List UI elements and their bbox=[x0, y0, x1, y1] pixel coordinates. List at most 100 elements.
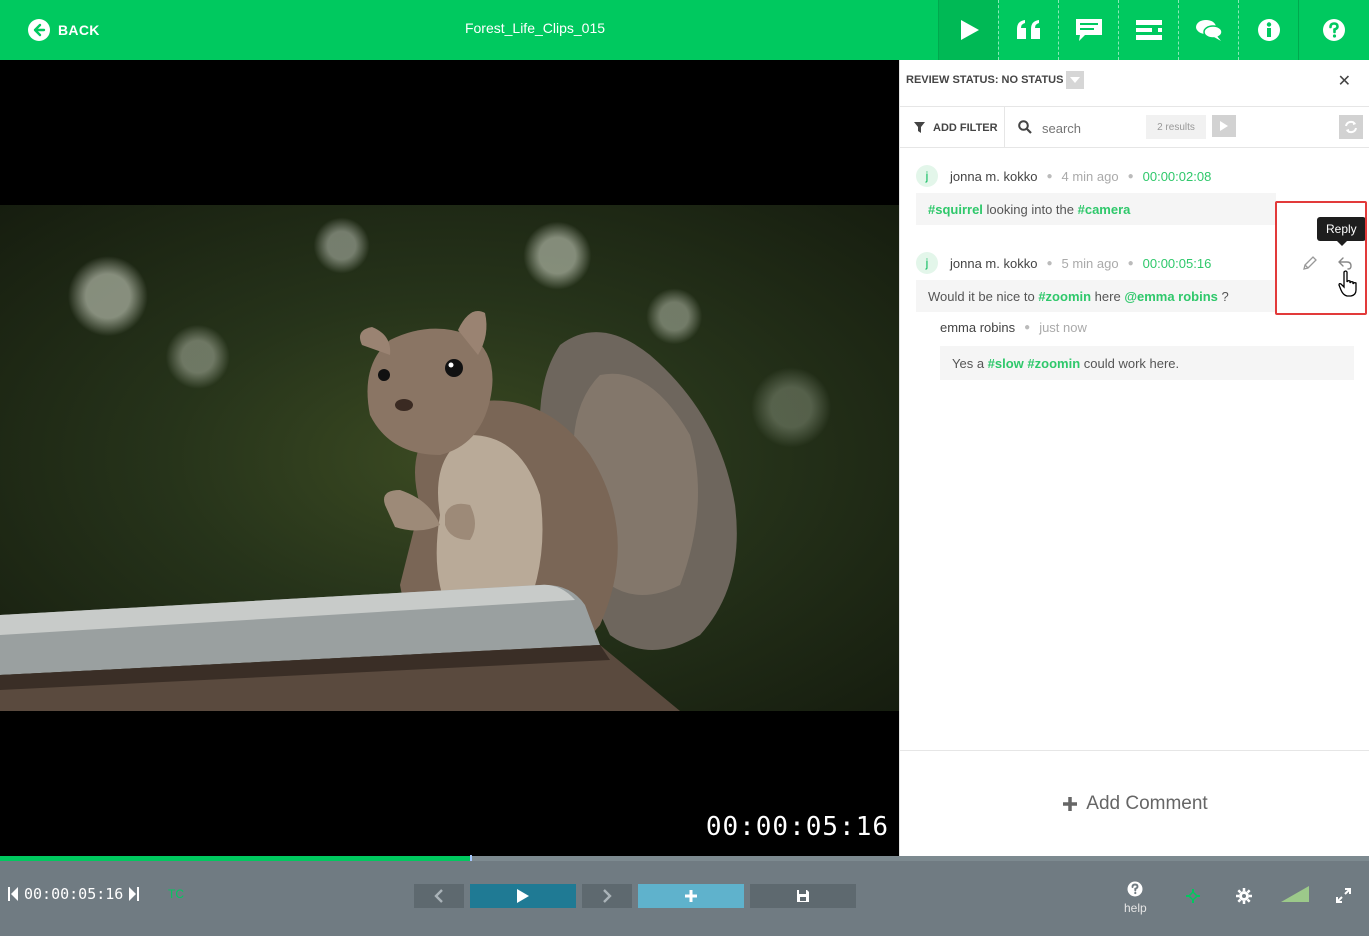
save-button[interactable] bbox=[750, 884, 856, 908]
back-label: BACK bbox=[58, 22, 100, 38]
timecode-display: 00:00:05:16 bbox=[8, 885, 140, 903]
skip-start-icon[interactable] bbox=[8, 887, 18, 901]
reply-body: Yes a #slow #zoomin could work here. bbox=[940, 346, 1354, 380]
reply-tooltip: Reply bbox=[1317, 217, 1366, 246]
help-button[interactable] bbox=[1298, 0, 1368, 60]
hashtag-link[interactable]: #zoomin bbox=[1038, 289, 1091, 304]
refresh-button[interactable] bbox=[1339, 115, 1363, 139]
play-button[interactable] bbox=[470, 884, 576, 908]
comment-timecode-link[interactable]: 00:00:05:16 bbox=[1143, 256, 1212, 271]
add-filter-button[interactable]: ADD FILTER bbox=[900, 107, 1005, 148]
list-view-button[interactable] bbox=[1118, 0, 1178, 60]
review-status-dropdown[interactable] bbox=[1066, 71, 1084, 89]
play-mode-button[interactable] bbox=[938, 0, 998, 60]
reply-header: emma robins ● just now bbox=[940, 320, 1087, 335]
comment-text: ? bbox=[1217, 288, 1229, 304]
top-toolbar bbox=[938, 0, 1368, 60]
previous-frame-button[interactable] bbox=[414, 884, 464, 908]
squirrel-image bbox=[0, 311, 737, 711]
comments-panel: REVIEW STATUS: NO STATUS ✕ ADD FILTER 2 … bbox=[899, 60, 1369, 856]
reply-text: Yes a bbox=[952, 355, 988, 371]
pencil-icon bbox=[1303, 256, 1317, 270]
results-count: 2 results bbox=[1146, 115, 1206, 139]
separator-dot: ● bbox=[1127, 170, 1134, 182]
add-comment-label: Add Comment bbox=[1086, 792, 1208, 814]
fullscreen-icon[interactable] bbox=[1336, 888, 1351, 908]
edit-comment-button[interactable] bbox=[1300, 253, 1320, 273]
volume-icon[interactable] bbox=[1281, 886, 1309, 907]
refresh-icon bbox=[1345, 120, 1357, 134]
player-controls: 00:00:05:16 TC help bbox=[0, 861, 1369, 936]
hashtag-link[interactable]: #zoomin bbox=[1027, 356, 1080, 371]
question-icon bbox=[1127, 881, 1143, 897]
comment-icon bbox=[1075, 19, 1102, 41]
play-icon bbox=[1220, 121, 1228, 131]
search-input[interactable] bbox=[1042, 116, 1142, 140]
search-icon bbox=[1018, 120, 1032, 139]
play-icon bbox=[960, 20, 979, 40]
play-icon bbox=[517, 889, 529, 903]
separator-dot: ● bbox=[1046, 170, 1053, 182]
reply-text: could work here. bbox=[1080, 355, 1180, 371]
comments-button[interactable] bbox=[1058, 0, 1118, 60]
video-frame bbox=[0, 205, 899, 711]
question-icon bbox=[1322, 19, 1345, 41]
comment-author: jonna m. kokko bbox=[950, 168, 1038, 184]
separator-dot: ● bbox=[1127, 257, 1134, 269]
quotes-button[interactable] bbox=[998, 0, 1058, 60]
info-icon bbox=[1257, 19, 1280, 41]
search-next-button[interactable] bbox=[1212, 115, 1236, 137]
plus-icon bbox=[1063, 796, 1078, 811]
add-filter-label: ADD FILTER bbox=[933, 121, 998, 134]
reply-time-ago: just now bbox=[1039, 320, 1087, 335]
comment-header: j jonna m. kokko ● 4 min ago ● 00:00:02:… bbox=[916, 165, 1211, 187]
comment-time-ago: 4 min ago bbox=[1061, 168, 1119, 184]
review-status-label: REVIEW STATUS: NO STATUS bbox=[906, 74, 1064, 86]
next-frame-button[interactable] bbox=[582, 884, 632, 908]
hand-cursor-icon bbox=[1338, 270, 1357, 297]
comment-timecode-link[interactable]: 00:00:02:08 bbox=[1143, 169, 1212, 184]
crosshair-icon[interactable] bbox=[1185, 888, 1201, 909]
video-player[interactable]: 00:00:05:16 bbox=[0, 60, 899, 856]
mention-link[interactable]: @emma robins bbox=[1124, 289, 1218, 304]
comment-text: Would it be nice to bbox=[928, 288, 1039, 304]
comment-author: jonna m. kokko bbox=[950, 255, 1038, 271]
add-marker-button[interactable] bbox=[638, 884, 744, 908]
hashtag-link[interactable]: #squirrel bbox=[928, 202, 983, 217]
add-comment-button[interactable]: Add Comment bbox=[900, 750, 1369, 856]
separator-dot: ● bbox=[1046, 257, 1053, 269]
comment-text: looking into the bbox=[982, 201, 1078, 217]
reply-icon bbox=[1338, 257, 1352, 270]
chevron-right-icon bbox=[603, 889, 612, 903]
help-button[interactable]: help bbox=[1124, 881, 1147, 915]
video-timecode: 00:00:05:16 bbox=[705, 812, 889, 842]
plus-icon bbox=[685, 890, 697, 902]
quote-icon bbox=[1016, 20, 1040, 39]
avatar: j bbox=[916, 165, 938, 187]
avatar: j bbox=[916, 252, 938, 274]
review-status-row: REVIEW STATUS: NO STATUS ✕ bbox=[900, 60, 1369, 107]
current-timecode: 00:00:05:16 bbox=[24, 885, 124, 903]
filter-row: ADD FILTER 2 results bbox=[900, 107, 1369, 148]
help-label: help bbox=[1124, 901, 1147, 915]
skip-end-icon[interactable] bbox=[129, 887, 140, 901]
hashtag-link[interactable]: #slow bbox=[988, 356, 1024, 371]
back-button[interactable]: BACK bbox=[28, 18, 100, 42]
comment-text: here bbox=[1091, 288, 1125, 304]
chat-button[interactable] bbox=[1178, 0, 1238, 60]
comment-body: Would it be nice to #zoomin here @emma r… bbox=[916, 280, 1276, 312]
reply-author: emma robins bbox=[940, 320, 1016, 335]
clip-title: Forest_Life_Clips_015 bbox=[464, 20, 606, 36]
tc-label[interactable]: TC bbox=[168, 887, 184, 901]
chat-icon bbox=[1195, 20, 1223, 41]
top-bar: BACK Forest_Life_Clips_015 bbox=[0, 0, 1369, 60]
info-button[interactable] bbox=[1238, 0, 1298, 60]
separator-dot: ● bbox=[1024, 322, 1031, 333]
hashtag-link[interactable]: #camera bbox=[1078, 202, 1131, 217]
close-icon[interactable]: ✕ bbox=[1338, 71, 1351, 91]
comment-header: j jonna m. kokko ● 5 min ago ● 00:00:05:… bbox=[916, 252, 1211, 274]
gear-icon[interactable] bbox=[1236, 888, 1252, 909]
caret-down-icon bbox=[1070, 77, 1080, 83]
chevron-left-icon bbox=[434, 889, 443, 903]
arrow-left-icon bbox=[28, 19, 50, 41]
